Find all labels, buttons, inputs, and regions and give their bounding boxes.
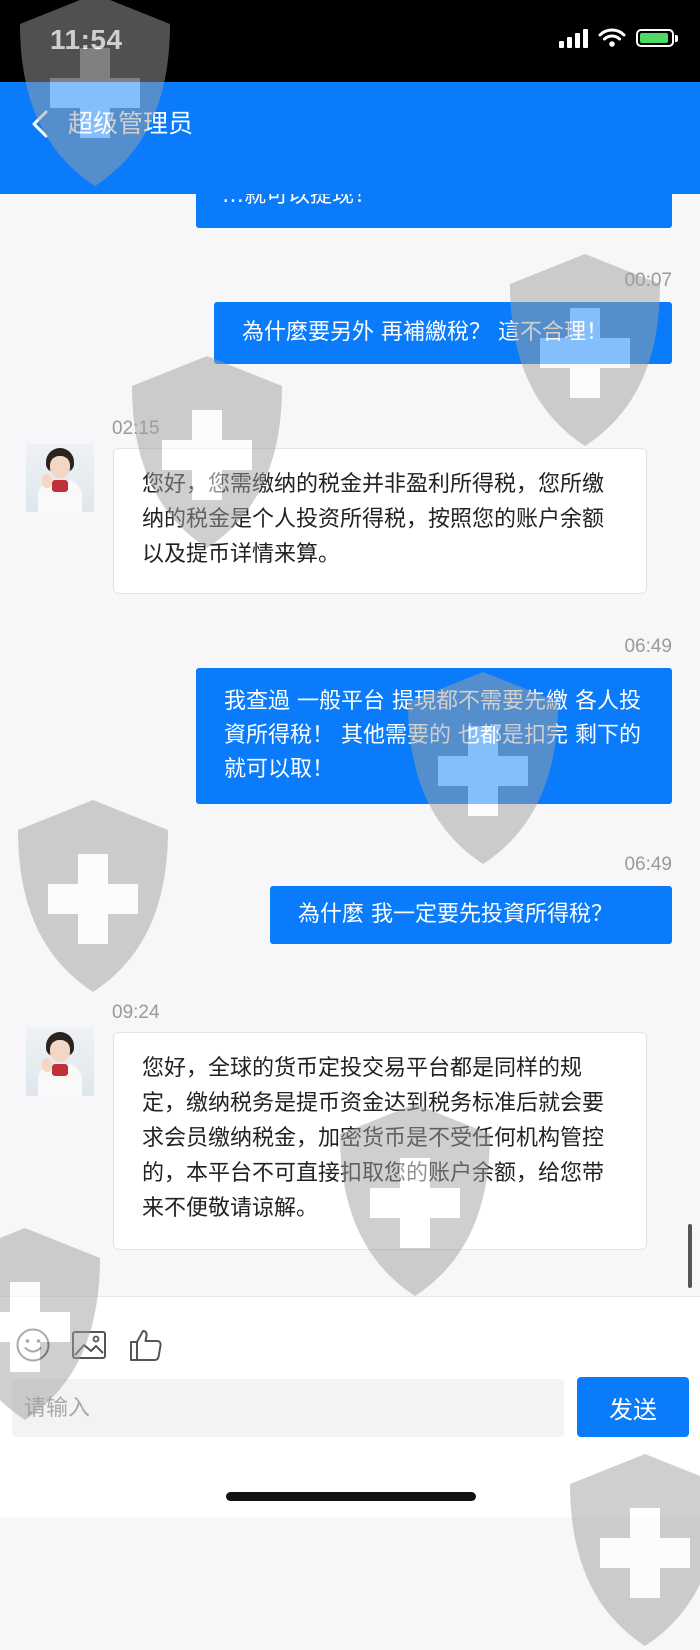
message-bubble-outgoing: 為什麼要另外 再補繳稅？ 這不合理！ <box>214 302 672 364</box>
battery-icon <box>636 29 678 47</box>
avatar[interactable] <box>26 444 94 512</box>
chat-header: 超级管理员 <box>0 82 700 194</box>
message-timestamp: 09:24 <box>112 1002 160 1023</box>
message-text: 為什麼 我一定要先投資所得稅？ <box>298 902 613 927</box>
message-bubble-incoming: 您好，全球的货币定投交易平台都是同样的规定，缴纳税务是提币资金达到税务标准后就会… <box>113 1032 647 1250</box>
message-timestamp: 06:49 <box>624 636 672 657</box>
message-text: 您好，全球的货币定投交易平台都是同样的规定，缴纳税务是提币资金达到税务标准后就会… <box>142 1056 605 1221</box>
status-bar: 11:54 <box>0 0 700 82</box>
signal-icon <box>559 28 588 48</box>
scrollbar[interactable] <box>688 1224 692 1288</box>
message-bubble-outgoing: 為什麼 我一定要先投資所得稅？ <box>270 886 672 944</box>
message-bubble-outgoing: 我查過 一般平台 提現都不需要先繳 各人投資所得稅！ 其他需要的 也都是扣完 剩… <box>196 668 672 804</box>
home-indicator <box>226 1492 476 1501</box>
message-list[interactable]: …就可以提现！ 00:07 為什麼要另外 再補繳稅？ 這不合理！ 02:15 您… <box>0 194 700 1296</box>
send-button[interactable]: 发送 <box>577 1377 689 1437</box>
composer: 发送 <box>0 1296 700 1517</box>
message-timestamp: 00:07 <box>624 270 672 291</box>
message-timestamp: 06:49 <box>624 854 672 875</box>
message-timestamp: 02:15 <box>112 418 160 439</box>
image-icon[interactable] <box>71 1327 107 1363</box>
page-title: 超级管理员 <box>68 109 194 138</box>
message-input[interactable] <box>12 1379 564 1437</box>
wifi-icon <box>598 28 626 47</box>
back-chevron-icon[interactable] <box>26 104 56 144</box>
message-bubble-incoming: 您好，您需缴纳的税金并非盈利所得税，您所缴纳的税金是个人投资所得税，按照您的账户… <box>113 448 647 594</box>
message-text: 為什麼要另外 再補繳稅？ 這不合理！ <box>242 320 608 345</box>
status-icons <box>559 28 678 48</box>
emoji-icon[interactable] <box>15 1327 51 1363</box>
message-text: 我查過 一般平台 提現都不需要先繳 各人投資所得稅！ 其他需要的 也都是扣完 剩… <box>224 689 641 782</box>
status-time: 11:54 <box>50 24 123 55</box>
message-bubble-outgoing: …就可以提现！ <box>196 194 672 228</box>
message-text: …就可以提现！ <box>222 194 377 208</box>
message-text: 您好，您需缴纳的税金并非盈利所得税，您所缴纳的税金是个人投资所得税，按照您的账户… <box>142 472 605 567</box>
avatar[interactable] <box>26 1028 94 1096</box>
thumbs-up-icon[interactable] <box>128 1327 164 1363</box>
